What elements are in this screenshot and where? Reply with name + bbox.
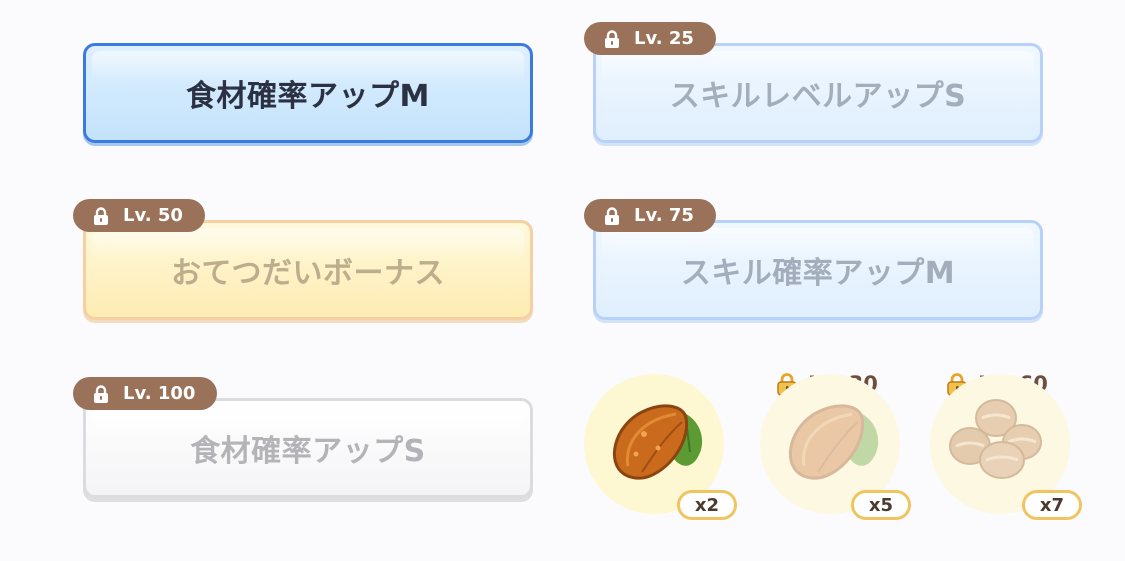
skill-panel-ingredient-rate-m[interactable]: 食材確率アップM xyxy=(83,43,533,143)
skill-label: おてつだいボーナス xyxy=(171,256,445,291)
lock-badge-lv25: Lv. 25 xyxy=(584,22,716,55)
skill-panel-ingredient-rate-s[interactable]: 食材確率アップS xyxy=(83,398,533,498)
skill-panel-helper-bonus[interactable]: おてつだいボーナス xyxy=(83,220,533,320)
ingredient-count-3: x7 xyxy=(1022,490,1082,520)
ingredient-count-1: x2 xyxy=(677,490,737,520)
lock-badge-lv50: Lv. 50 xyxy=(73,199,205,232)
lock-badge-lv100: Lv. 100 xyxy=(73,377,218,410)
lock-icon xyxy=(604,206,620,225)
skill-label: スキル確率アップM xyxy=(680,256,956,291)
skill-panel-skill-level-s[interactable]: スキルレベルアップS xyxy=(593,43,1043,143)
lock-level: Lv. 75 xyxy=(634,205,694,226)
lock-level: Lv. 25 xyxy=(634,28,694,49)
lock-icon xyxy=(93,384,109,403)
lock-badge-lv75: Lv. 75 xyxy=(584,199,716,232)
ingredient-count-2: x5 xyxy=(851,490,911,520)
lock-level: Lv. 100 xyxy=(123,383,196,404)
skill-label: 食材確率アップM xyxy=(186,79,430,114)
lock-icon xyxy=(604,29,620,48)
lock-level: Lv. 50 xyxy=(123,205,183,226)
lock-icon xyxy=(93,206,109,225)
skill-label: 食材確率アップS xyxy=(190,434,426,469)
skill-label: スキルレベルアップS xyxy=(669,79,967,114)
skill-panel-skill-rate-m[interactable]: スキル確率アップM xyxy=(593,220,1043,320)
